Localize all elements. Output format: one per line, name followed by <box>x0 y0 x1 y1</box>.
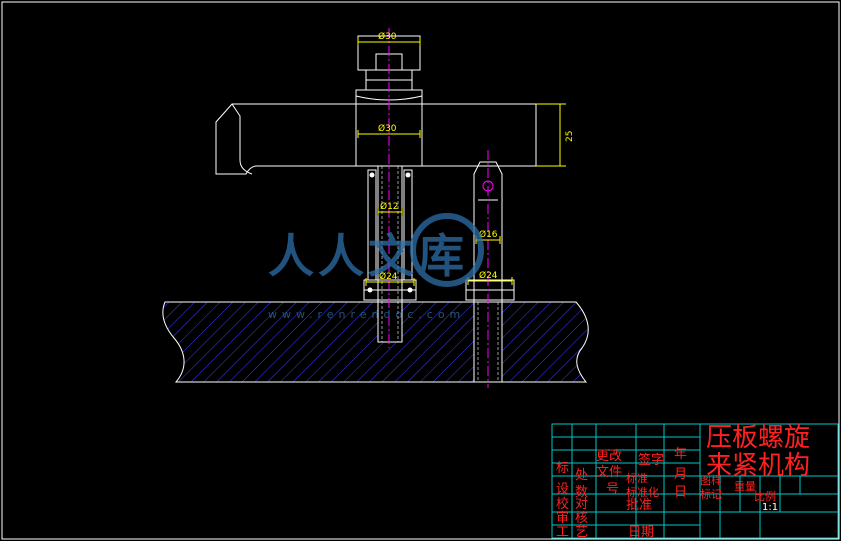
cad-drawing-canvas: Ø30 Ø30 25 Ø12 Ø24 Ø16 Ø24 人人文库 www.renr… <box>1 1 840 540</box>
cell-nian: 年 <box>674 447 687 462</box>
cell-biao: 标 <box>556 461 569 476</box>
cell-bi-li: 比例 <box>754 489 776 503</box>
cell-biao-ji: 标记 <box>700 487 722 501</box>
cell-zhong-liang: 重量 <box>734 479 756 493</box>
cell-gong: 工 <box>556 525 569 540</box>
cell-yue: 月 <box>674 467 687 482</box>
cell-pi-zhun: 批准 <box>626 498 652 513</box>
cell-dui: 对 <box>575 497 588 512</box>
cell-biao-zhun-2: 标准 <box>626 485 648 499</box>
cell-hao: 号 <box>606 482 619 497</box>
cell-biao-zhun: 标准 <box>626 471 648 485</box>
cell-tu-yang: 图样 <box>700 473 722 487</box>
cell-wen-jian: 文件 <box>596 465 622 480</box>
dim-stud-diameter: Ø12 <box>380 201 399 212</box>
cell-scale-value: 1:1 <box>762 502 778 513</box>
cell-hua: 化 <box>648 485 659 499</box>
cell-ri: 日 <box>674 485 687 500</box>
cell-jiao: 校 <box>556 496 569 512</box>
cell-yi: 艺 <box>575 525 588 540</box>
dim-washer-diameter: Ø30 <box>378 123 397 134</box>
drawing-title-line1: 压板螺旋 <box>706 423 810 453</box>
cell-shen: 审 <box>556 511 569 526</box>
dim-nut-diameter: Ø30 <box>378 31 397 42</box>
cell-chu: 处 <box>575 468 588 483</box>
watermark-url: www.renrendoc.com <box>268 308 465 321</box>
dim-plate-thickness: 25 <box>565 131 575 142</box>
title-block: 压板螺旋 来紧机构 标 处 数 设 校 对 审 核 工 艺 更改 文件 号 签字… <box>551 423 839 540</box>
watermark-brand: 人人文库 <box>268 229 468 283</box>
cell-geng-gai: 更改 <box>596 449 622 464</box>
cell-qian-zi: 签字 <box>638 452 664 468</box>
cell-ri-qi: 日期 <box>628 525 654 540</box>
dim-support-nut-diameter: Ø24 <box>479 270 498 281</box>
cell-she: 设 <box>556 482 569 497</box>
cell-he: 核 <box>575 511 588 526</box>
